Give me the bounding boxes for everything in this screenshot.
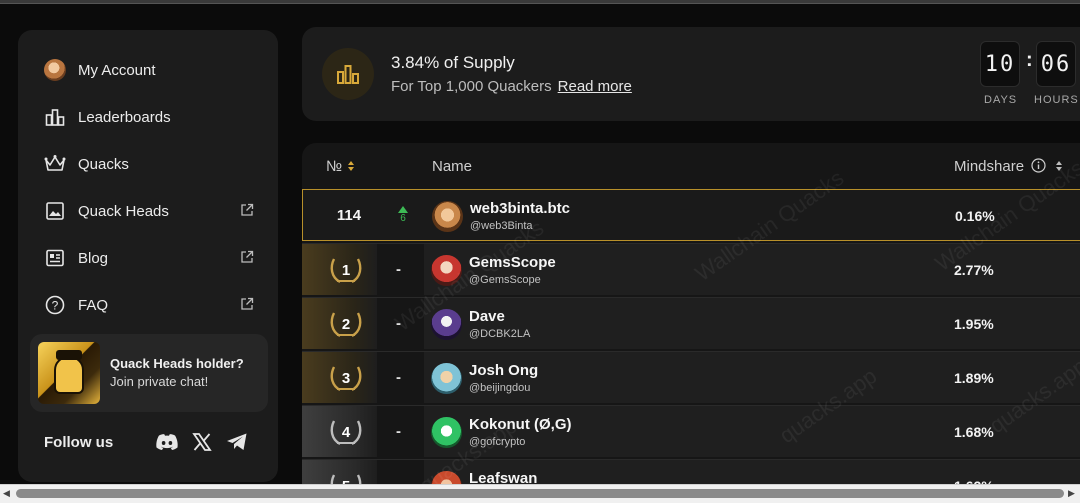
mindshare-header[interactable]: Mindshare: [954, 158, 1063, 175]
scroll-right-icon[interactable]: ▶: [1068, 488, 1078, 500]
user-handle: @beijingdou: [469, 382, 531, 394]
read-more-link[interactable]: Read more: [558, 78, 632, 95]
help-icon: ?: [44, 294, 66, 316]
external-link-icon: [241, 250, 254, 263]
rank-change: -: [396, 315, 401, 332]
external-link-icon: [241, 297, 254, 310]
rank-value: 3: [341, 369, 351, 387]
x-icon[interactable]: [190, 430, 214, 454]
sidebar-item-label: Quacks: [78, 155, 129, 173]
table-row-current-user[interactable]: 114 6 web3binta.btc @web3Binta 0.16%: [302, 189, 1080, 241]
discord-icon[interactable]: [155, 430, 179, 454]
promo-subtitle: Join private chat!: [110, 374, 209, 389]
sidebar-item-quack-heads[interactable]: Quack Heads: [44, 199, 254, 223]
sidebar-item-label: My Account: [78, 61, 156, 79]
sidebar: My Account Leaderboards Quacks Quack Hea…: [18, 30, 278, 482]
leaderboard-table: № Name Mindshare 114 6 web3binta.btc @we…: [302, 143, 1080, 503]
user-handle: @web3Binta: [470, 220, 533, 232]
table-row[interactable]: 4 - Kokonut (Ø,G) @gofcrypto 1.68%: [302, 405, 1080, 457]
supply-subtitle: For Top 1,000 Quackers Read more: [391, 78, 632, 95]
horizontal-scrollbar[interactable]: ◀ ▶: [0, 484, 1080, 503]
username: GemsScope: [469, 254, 556, 271]
rank-header[interactable]: №: [326, 158, 355, 175]
rank-change: 6: [395, 190, 411, 240]
username: Josh Ong: [469, 362, 539, 379]
promo-title: Quack Heads holder?: [110, 356, 244, 371]
table-row[interactable]: 1 - GemsScope @GemsScope 2.77%: [302, 243, 1080, 295]
user-handle: @DCBK2LA: [469, 328, 531, 340]
mindshare-value: 1.68%: [954, 424, 994, 440]
sidebar-item-label: Quack Heads: [78, 202, 169, 220]
avatar: [431, 309, 462, 340]
info-icon[interactable]: [1031, 158, 1046, 173]
timer-hours-label: HOURS: [1034, 94, 1079, 106]
supply-title: 3.84% of Supply: [391, 53, 515, 72]
avatar: [432, 201, 463, 232]
mindshare-value: 2.77%: [954, 262, 994, 278]
crown-icon: [44, 153, 66, 175]
quack-heads-image: [38, 342, 100, 404]
quack-heads-promo[interactable]: Quack Heads holder? Join private chat!: [30, 334, 268, 412]
username: web3binta.btc: [470, 200, 571, 217]
image-icon: [44, 200, 66, 222]
timer-days: 10: [980, 41, 1020, 87]
sidebar-item-blog[interactable]: Blog: [44, 246, 254, 270]
supply-card: 3.84% of Supply For Top 1,000 Quackers Re…: [302, 27, 1080, 121]
window-top-border-line: [0, 3, 1080, 4]
sidebar-item-quacks[interactable]: Quacks: [44, 152, 254, 176]
username: Dave: [469, 308, 505, 325]
user-handle: @gofcrypto: [469, 436, 526, 448]
sidebar-item-leaderboards[interactable]: Leaderboards: [44, 105, 254, 129]
blog-icon: [44, 247, 66, 269]
username: Kokonut (Ø,G): [469, 416, 572, 433]
timer-hours: 06: [1036, 41, 1076, 87]
rank-change: -: [396, 261, 401, 278]
name-header: Name: [432, 158, 473, 175]
scrollbar-thumb[interactable]: [16, 489, 1064, 498]
sort-icon: [348, 161, 355, 171]
external-link-icon: [241, 203, 254, 216]
user-handle: @GemsScope: [469, 274, 541, 286]
mindshare-value: 1.89%: [954, 370, 994, 386]
sidebar-item-faq[interactable]: ? FAQ: [44, 293, 254, 317]
arrow-up-icon: [398, 206, 408, 213]
table-row[interactable]: 3 - Josh Ong @beijingdou 1.89%: [302, 351, 1080, 403]
supply-subtitle-text: For Top 1,000 Quackers: [391, 78, 552, 95]
sort-icon: [1056, 161, 1063, 171]
avatar-icon: [44, 59, 66, 81]
rank-change: -: [396, 423, 401, 440]
telegram-icon[interactable]: [225, 430, 249, 454]
table-header: № Name Mindshare: [302, 143, 1080, 189]
rank-change: -: [396, 369, 401, 386]
avatar: [431, 363, 462, 394]
follow-us-label: Follow us: [44, 434, 114, 451]
scroll-left-icon[interactable]: ◀: [3, 488, 13, 500]
mindshare-value: 1.95%: [954, 316, 994, 332]
svg-text:?: ?: [52, 299, 59, 313]
rank-value: 114: [336, 206, 362, 224]
avatar: [431, 255, 462, 286]
sidebar-item-label: Blog: [78, 249, 109, 267]
avatar: [431, 417, 462, 448]
leaderboard-icon: [44, 106, 66, 128]
table-row[interactable]: 2 - Dave @DCBK2LA 1.95%: [302, 297, 1080, 349]
rank-value: 1: [341, 261, 351, 279]
chart-bars-icon: [322, 48, 374, 100]
timer-days-label: DAYS: [984, 94, 1018, 106]
rank-value: 4: [341, 423, 351, 441]
sidebar-item-my-account[interactable]: My Account: [44, 58, 254, 82]
mindshare-value: 0.16%: [955, 208, 995, 224]
rank-value: 2: [341, 315, 351, 333]
sidebar-item-label: FAQ: [78, 296, 109, 314]
timer-colon: :: [1026, 49, 1033, 71]
sidebar-item-label: Leaderboards: [78, 108, 171, 126]
